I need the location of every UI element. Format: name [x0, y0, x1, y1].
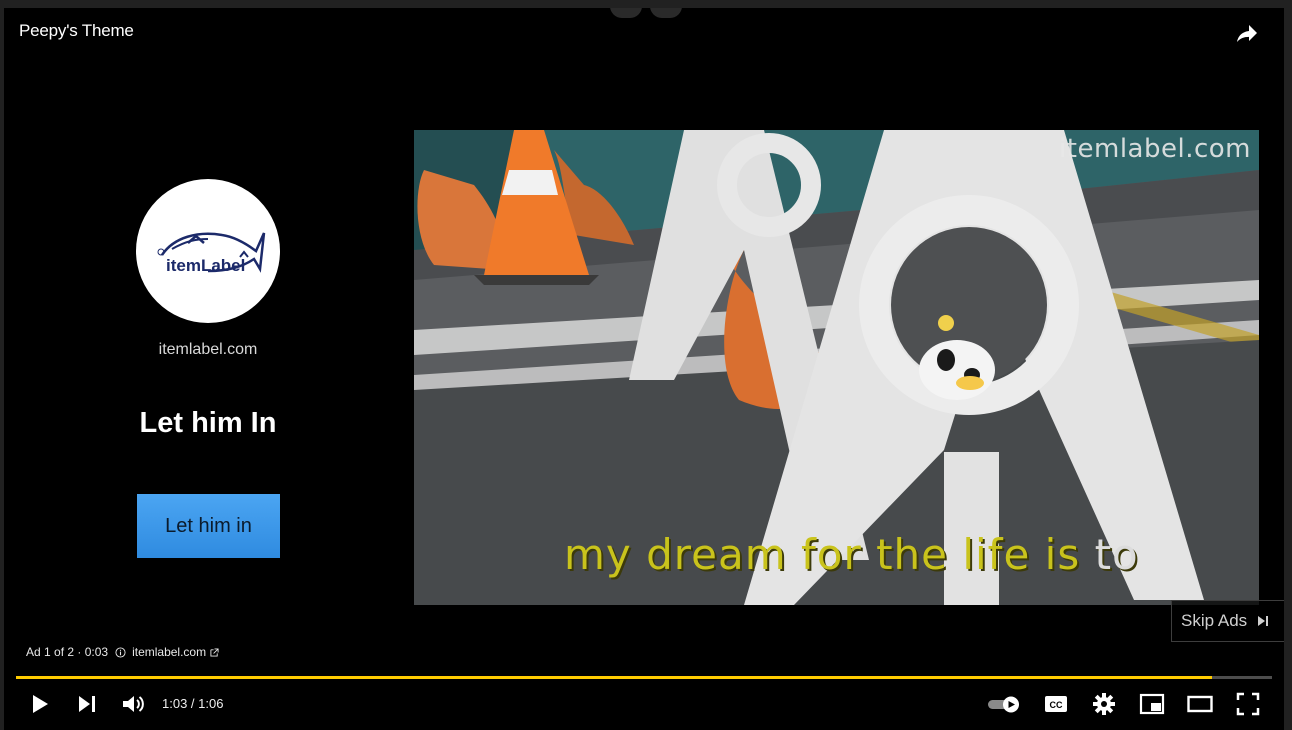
share-icon — [1237, 25, 1257, 42]
captions-icon: CC — [1045, 696, 1067, 712]
skip-ads-button[interactable]: Skip Ads — [1171, 600, 1284, 642]
advertiser-domain[interactable]: itemlabel.com — [108, 341, 308, 359]
cta-button[interactable]: Let him in — [137, 494, 280, 558]
video-title[interactable]: Peepy's Theme — [19, 21, 134, 41]
logo-wordmark: itemLabel — [166, 256, 245, 275]
theater-icon — [1187, 695, 1213, 713]
autoplay-toggle-icon — [988, 696, 1019, 713]
share-button[interactable] — [1232, 20, 1262, 46]
top-pills — [610, 8, 682, 18]
settings-icon — [1093, 693, 1115, 715]
play-button[interactable] — [26, 691, 54, 717]
autoplay-toggle[interactable] — [986, 691, 1022, 717]
video-player[interactable]: Peepy's Theme itemLabel itemlabel.com Le… — [4, 8, 1284, 730]
volume-button[interactable] — [120, 691, 146, 717]
skip-ads-label: Skip Ads — [1181, 611, 1248, 630]
subtitle-tail: to — [1094, 530, 1139, 579]
pill-right — [650, 8, 682, 18]
pill-left — [610, 8, 642, 18]
fullscreen-icon — [1236, 692, 1260, 716]
external-link-icon — [210, 647, 219, 657]
video-frame[interactable]: itemlabel.com my dream for the life is t… — [414, 130, 1259, 605]
miniplayer-icon — [1139, 693, 1165, 715]
settings-button[interactable] — [1090, 691, 1118, 717]
time-display: 1:03 / 1:06 — [162, 696, 224, 711]
ad-headline[interactable]: Let him In — [58, 407, 358, 440]
progress-fill — [16, 676, 1212, 679]
advertiser-logo[interactable]: itemLabel — [136, 179, 280, 323]
next-icon — [79, 696, 95, 712]
ad-counter: Ad 1 of 2 · 0:03 — [26, 645, 109, 659]
theater-mode-button[interactable] — [1186, 691, 1214, 717]
ad-link[interactable]: itemlabel.com — [132, 645, 206, 659]
next-button[interactable] — [74, 691, 100, 717]
subtitle-main: my dream for the life is — [564, 530, 1081, 579]
video-subtitle: my dream for the life is to — [564, 530, 1139, 579]
svg-text:CC: CC — [1050, 700, 1063, 710]
progress-bar[interactable] — [16, 676, 1272, 679]
ad-info: Ad 1 of 2 · 0:03 itemlabel.com — [26, 645, 219, 659]
info-icon[interactable] — [115, 646, 126, 658]
volume-icon — [123, 696, 144, 712]
video-watermark: itemlabel.com — [1059, 134, 1251, 164]
play-icon — [33, 695, 48, 713]
skip-icon — [1258, 616, 1269, 626]
captions-button[interactable]: CC — [1042, 691, 1070, 717]
fullscreen-button[interactable] — [1234, 691, 1262, 717]
miniplayer-button[interactable] — [1138, 691, 1166, 717]
